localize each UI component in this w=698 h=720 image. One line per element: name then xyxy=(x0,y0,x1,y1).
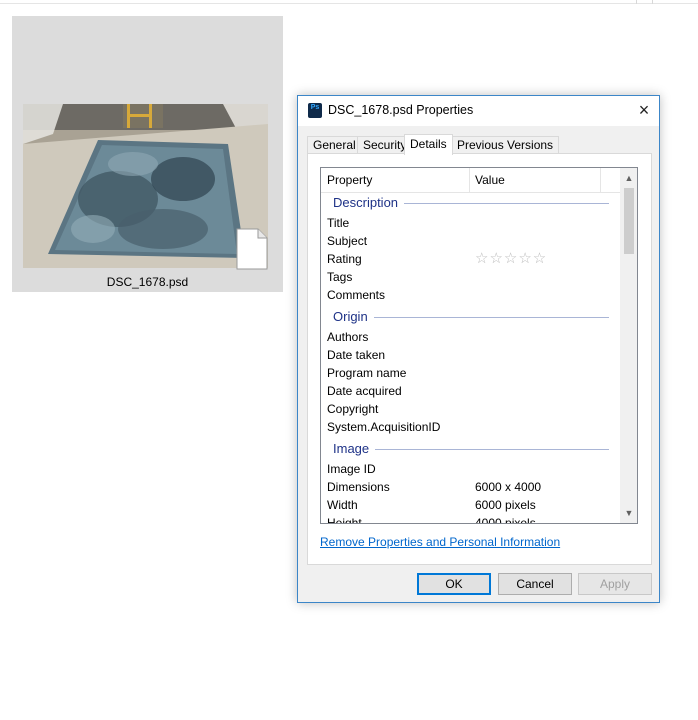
toolbar-divider xyxy=(652,0,653,4)
ok-button[interactable]: OK xyxy=(417,573,491,595)
top-toolbar-edge xyxy=(0,0,698,4)
photoshop-file-icon: Ps xyxy=(308,103,322,118)
column-header-value[interactable]: Value xyxy=(469,168,599,192)
group-header-description[interactable]: Description xyxy=(321,194,621,212)
property-row[interactable]: Comments xyxy=(321,286,621,304)
properties-list[interactable]: Property Value Description Title Subject… xyxy=(320,167,638,524)
property-row[interactable]: System.AcquisitionID xyxy=(321,418,621,436)
property-row[interactable]: Date acquired xyxy=(321,382,621,400)
toolbar-divider xyxy=(636,0,637,4)
scroll-down-arrow-icon[interactable]: ▼ xyxy=(621,505,637,521)
property-row[interactable]: Image ID xyxy=(321,460,621,478)
close-icon[interactable]: × xyxy=(629,96,659,126)
property-row[interactable]: Width 6000 pixels xyxy=(321,496,621,514)
file-name-label: DSC_1678.psd xyxy=(106,275,189,289)
remove-properties-link[interactable]: Remove Properties and Personal Informati… xyxy=(320,535,560,549)
property-row[interactable]: Title xyxy=(321,214,621,232)
dialog-title: DSC_1678.psd Properties xyxy=(328,103,474,117)
rug-photo xyxy=(23,104,268,268)
file-thumbnail xyxy=(23,104,268,268)
group-header-origin[interactable]: Origin xyxy=(321,308,621,326)
column-divider[interactable] xyxy=(600,168,601,192)
document-icon xyxy=(236,228,268,270)
property-row[interactable]: Subject xyxy=(321,232,621,250)
cancel-button[interactable]: Cancel xyxy=(498,573,572,595)
group-header-image[interactable]: Image xyxy=(321,440,621,458)
group-divider-line xyxy=(333,317,609,318)
property-row[interactable]: Copyright xyxy=(321,400,621,418)
property-row[interactable]: Date taken xyxy=(321,346,621,364)
scrollbar-thumb[interactable] xyxy=(624,188,634,254)
details-panel: Property Value Description Title Subject… xyxy=(307,153,652,565)
file-tile[interactable]: DSC_1678.psd xyxy=(12,16,283,292)
scroll-up-arrow-icon[interactable]: ▲ xyxy=(621,170,637,186)
dialog-titlebar[interactable]: Ps DSC_1678.psd Properties × xyxy=(298,96,659,126)
tab-previous-versions[interactable]: Previous Versions xyxy=(451,136,560,154)
apply-button[interactable]: Apply xyxy=(578,573,652,595)
property-row[interactable]: Program name xyxy=(321,364,621,382)
property-row[interactable]: Tags xyxy=(321,268,621,286)
column-header-property[interactable]: Property xyxy=(321,168,469,192)
properties-dialog: Ps DSC_1678.psd Properties × General Sec… xyxy=(297,95,660,603)
property-row[interactable]: Dimensions 6000 x 4000 xyxy=(321,478,621,496)
property-row[interactable]: Height 4000 pixels xyxy=(321,514,621,523)
vertical-scrollbar[interactable]: ▲ ▼ xyxy=(620,168,637,523)
property-row[interactable]: Authors xyxy=(321,328,621,346)
tab-details[interactable]: Details xyxy=(404,134,453,155)
rating-stars-icon[interactable]: ☆☆☆☆☆ xyxy=(475,250,547,268)
tab-general[interactable]: General xyxy=(307,136,362,154)
list-header: Property Value xyxy=(321,168,621,193)
property-row[interactable]: Rating ☆☆☆☆☆ xyxy=(321,250,621,268)
